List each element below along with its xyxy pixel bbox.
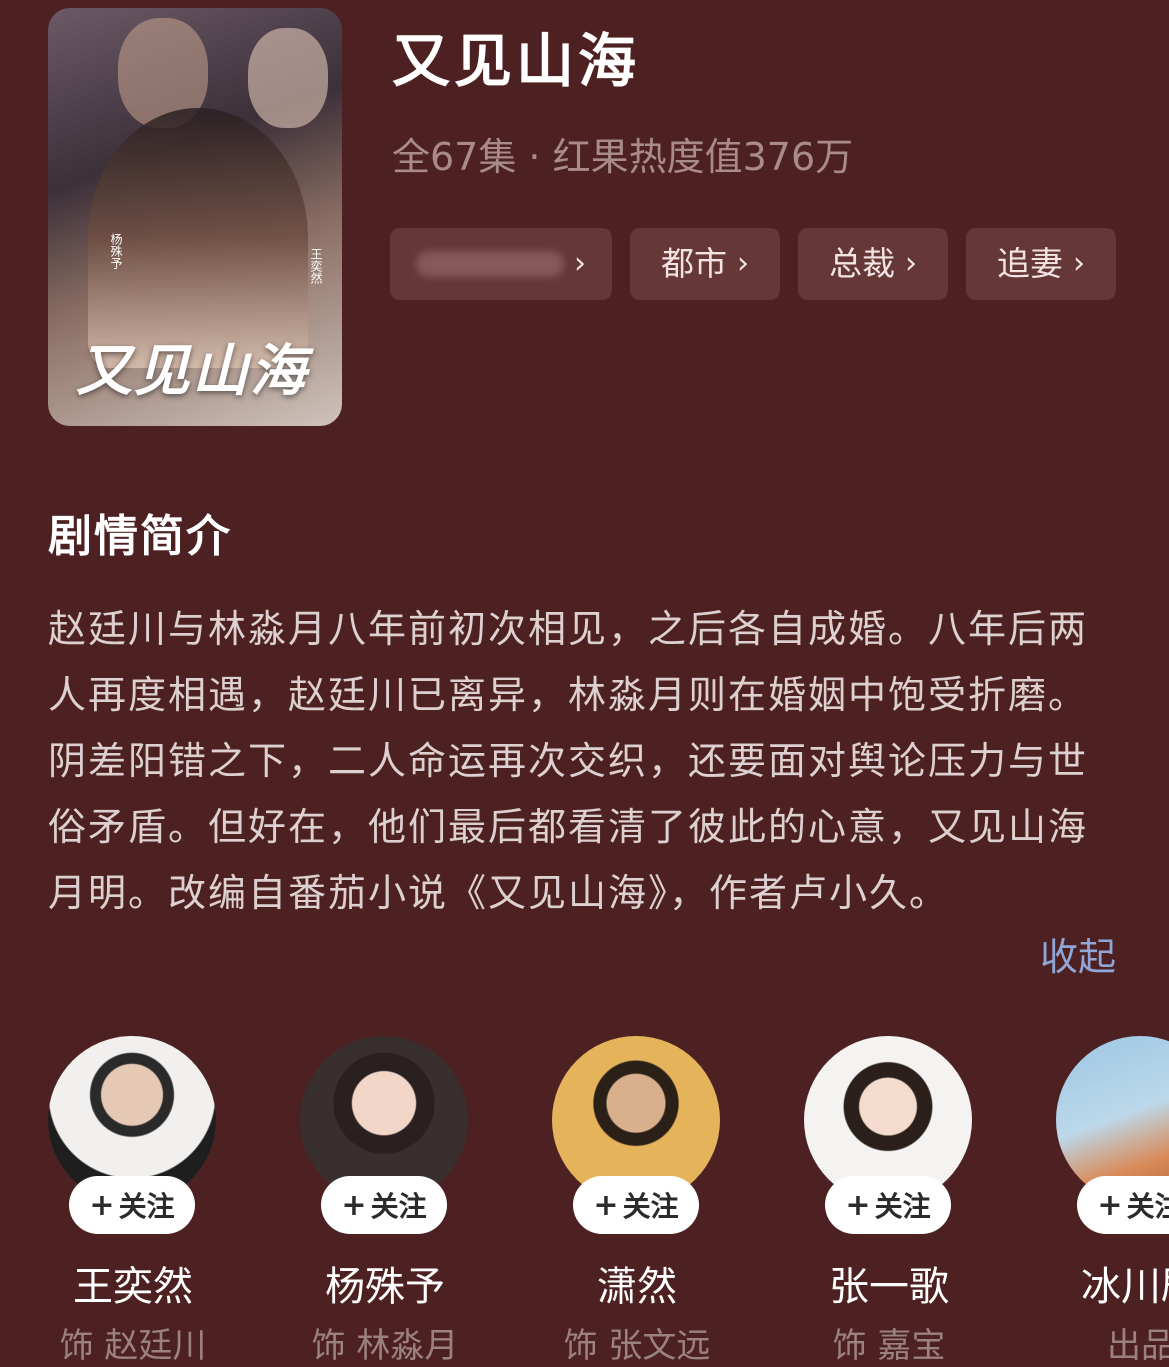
tag-chase-wife[interactable]: 追妻 ›	[966, 228, 1116, 300]
cast-name[interactable]: 潇然	[552, 1254, 722, 1312]
tag-label: 都市	[661, 244, 727, 283]
tag-urban[interactable]: 都市 ›	[630, 228, 780, 300]
cast-name[interactable]: 张一歌	[804, 1254, 974, 1312]
follow-label: 关注	[874, 1190, 931, 1223]
tag-label: 总裁	[829, 244, 895, 283]
poster-actor-right: 王奕然	[309, 248, 323, 284]
follow-button[interactable]: + 关注	[825, 1176, 951, 1234]
follow-button[interactable]: + 关注	[1077, 1176, 1169, 1234]
follow-button[interactable]: + 关注	[321, 1176, 447, 1234]
plus-icon: +	[593, 1187, 619, 1223]
show-meta: 全67集 · 红果热度值376万	[392, 135, 854, 179]
plus-icon: +	[1097, 1187, 1123, 1223]
show-title: 又见山海	[392, 27, 641, 95]
cast-name[interactable]: 冰川剧	[1056, 1254, 1169, 1312]
plus-icon: +	[845, 1187, 871, 1223]
plus-icon: +	[341, 1187, 367, 1223]
collapse-link[interactable]: 收起	[1040, 926, 1116, 981]
cast-name[interactable]: 杨殊予	[300, 1254, 470, 1312]
follow-button[interactable]: + 关注	[573, 1176, 699, 1234]
poster-title: 又见山海	[76, 338, 308, 404]
poster-image[interactable]: 杨殊予 王奕然 又见山海	[48, 8, 342, 426]
follow-button[interactable]: + 关注	[69, 1176, 195, 1234]
follow-label: 关注	[118, 1190, 175, 1223]
chevron-right-icon: ›	[1073, 246, 1085, 281]
follow-label: 关注	[1126, 1190, 1169, 1223]
follow-label: 关注	[370, 1190, 427, 1223]
tag-ceo[interactable]: 总裁 ›	[798, 228, 948, 300]
chevron-right-icon: ›	[905, 246, 917, 281]
chevron-right-icon: ›	[574, 246, 586, 281]
synopsis-heading: 剧情简介	[48, 511, 232, 562]
plus-icon: +	[89, 1187, 115, 1223]
tag-label-blurred	[416, 251, 564, 277]
tag-label: 追妻	[997, 244, 1063, 283]
synopsis-text: 赵廷川与林淼月八年前初次相见，之后各自成婚。八年后两人再度相遇，赵廷川已离异，林…	[48, 607, 1089, 915]
chevron-right-icon: ›	[737, 246, 749, 281]
poster-figure	[248, 28, 328, 128]
cast-name[interactable]: 王奕然	[48, 1254, 218, 1312]
tag-blurred[interactable]: ›	[390, 228, 612, 300]
poster-actor-left: 杨殊予	[109, 233, 123, 269]
follow-label: 关注	[622, 1190, 679, 1223]
